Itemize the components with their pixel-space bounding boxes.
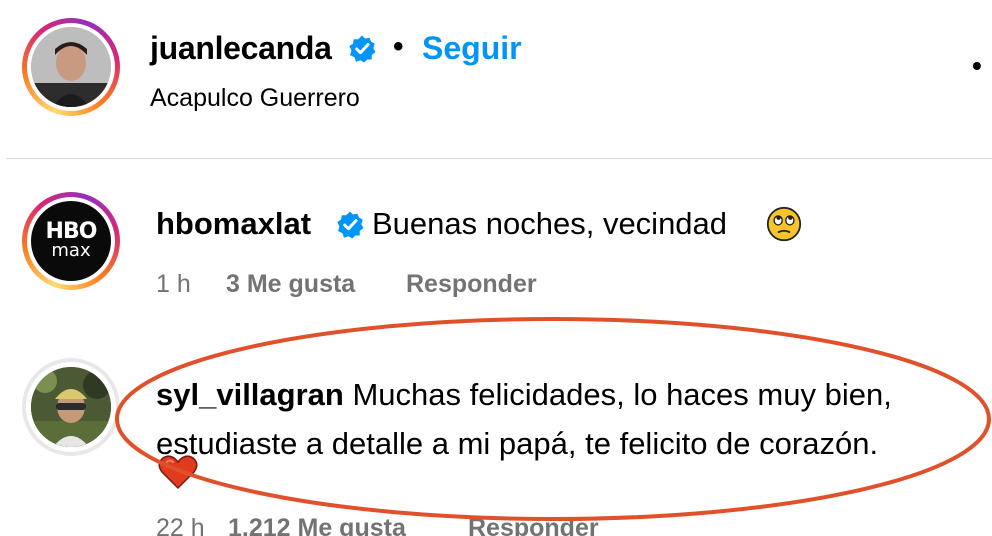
comment-likes[interactable]: 1.212 Me gusta [228,514,406,536]
comment-time: 22 h [156,514,205,536]
avatar[interactable]: HBO max [31,201,111,281]
red-heart-icon [158,455,198,490]
more-options-icon[interactable]: • [972,52,982,80]
comment-text: Buenas noches, vecindad [372,206,728,241]
follow-button[interactable]: Seguir [422,30,522,67]
hbo-max-logo: HBO max [45,219,98,261]
comment-item: syl_villagran Muchas felicidades, lo hac… [0,350,992,536]
reply-button[interactable]: Responder [468,514,599,536]
post-location[interactable]: Acapulco Guerrero [150,84,360,113]
comment-time: 1 h [156,270,191,298]
profile-photo [31,367,111,447]
profile-photo [31,27,111,107]
story-ring[interactable]: HBO max [22,192,120,290]
reply-button[interactable]: Responder [406,270,537,299]
story-ring[interactable] [22,18,120,116]
post-header: juanlecanda • Seguir Acapulco Guerrero • [0,0,992,160]
post-author-username[interactable]: juanlecanda [150,30,332,67]
comment-username[interactable]: syl_villagran [156,377,344,412]
separator-dot: • [393,30,404,63]
avatar[interactable] [31,27,111,107]
comment-likes[interactable]: 3 Me gusta [226,270,355,299]
avatar[interactable] [31,367,111,447]
header-divider [6,158,992,159]
comment-item: HBO max hbomaxlat Buenas noches, vecinda… [0,178,992,318]
face-with-rolling-eyes-icon [766,206,802,242]
comment-username[interactable]: hbomaxlat [156,206,311,241]
avatar-ring[interactable] [22,358,120,456]
instagram-post-comments: juanlecanda • Seguir Acapulco Guerrero •… [0,0,992,536]
verified-badge-icon [337,211,364,239]
verified-badge-icon [349,35,376,63]
